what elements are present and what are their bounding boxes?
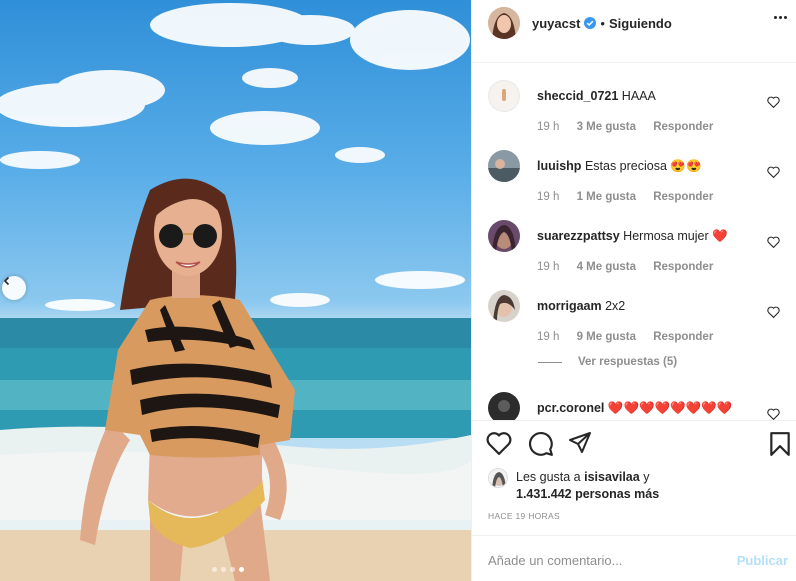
comment-text: 2x2 — [605, 299, 626, 313]
comment-username[interactable]: pcr.coronel — [537, 401, 604, 415]
comment-time[interactable]: 19 h — [537, 121, 559, 133]
comments-list[interactable]: sheccid_0721 HAAA 19 h 3 Me gusta Respon… — [472, 70, 796, 420]
avatar[interactable] — [488, 80, 520, 112]
comment-text: Hermosa mujer ❤️ — [623, 229, 728, 243]
comment-likes[interactable]: 9 Me gusta — [577, 331, 636, 343]
comment-username[interactable]: morrigaam — [537, 299, 602, 313]
comment-username[interactable]: suarezzpattsy — [537, 229, 620, 243]
reply-button[interactable]: Responder — [653, 191, 713, 203]
avatar[interactable] — [488, 392, 520, 420]
avatar[interactable] — [488, 7, 520, 39]
post-side-panel: yuyacst • Siguiendo sheccid_0721 HAAA 19… — [471, 0, 796, 581]
reply-button[interactable]: Responder — [653, 121, 713, 133]
divider — [472, 62, 796, 63]
verified-icon — [584, 17, 597, 29]
heart-icon[interactable] — [486, 431, 512, 455]
comment-likes[interactable]: 4 Me gusta — [577, 261, 636, 273]
avatar[interactable] — [488, 220, 520, 252]
publish-button[interactable]: Publicar — [737, 553, 788, 568]
comment-text: Estas preciosa 😍😍 — [584, 159, 702, 173]
comment-likes[interactable]: 3 Me gusta — [577, 121, 636, 133]
avatar[interactable] — [488, 290, 520, 322]
heart-icon[interactable] — [767, 96, 780, 108]
comment-time[interactable]: 19 h — [537, 261, 559, 273]
comment-username[interactable]: luuishp — [537, 159, 581, 173]
avatar[interactable] — [488, 150, 520, 182]
post-header: yuyacst • Siguiendo — [472, 0, 796, 46]
comment-text: HAAA — [621, 89, 656, 103]
comment-username[interactable]: sheccid_0721 — [537, 89, 618, 103]
more-options-button[interactable] — [774, 16, 787, 19]
heart-icon[interactable] — [767, 236, 780, 248]
author-username[interactable]: yuyacst — [532, 16, 580, 31]
reply-button[interactable]: Responder — [653, 261, 713, 273]
likes-count[interactable]: 1.431.442 personas más — [516, 487, 659, 501]
more-icon — [774, 16, 777, 19]
carousel-dot — [212, 567, 217, 572]
header-separator: • — [600, 15, 605, 31]
comment-likes[interactable]: 1 Me gusta — [577, 191, 636, 203]
previous-image-button[interactable] — [2, 276, 26, 300]
avatar[interactable] — [488, 468, 508, 488]
carousel-dot-active — [239, 567, 244, 572]
divider — [472, 420, 796, 421]
heart-icon[interactable] — [767, 166, 780, 178]
liker-username[interactable]: isisavilaa — [584, 470, 640, 484]
carousel-indicator — [212, 567, 244, 572]
comment-time[interactable]: 19 h — [537, 191, 559, 203]
bookmark-icon[interactable] — [769, 431, 791, 457]
view-replies-button[interactable]: Ver respuestas (5) — [538, 356, 677, 368]
following-button[interactable]: Siguiendo — [609, 16, 672, 31]
heart-icon[interactable] — [767, 408, 780, 420]
carousel-dot — [221, 567, 226, 572]
carousel-dot — [230, 567, 235, 572]
comment-time[interactable]: 19 h — [537, 331, 559, 343]
post-timestamp[interactable]: HACE 19 HORAS — [488, 511, 560, 521]
heart-icon[interactable] — [767, 306, 780, 318]
divider — [472, 535, 796, 536]
reply-button[interactable]: Responder — [653, 331, 713, 343]
post-photo[interactable] — [0, 0, 471, 581]
comment-icon[interactable] — [528, 431, 554, 457]
chevron-left-icon — [3, 276, 10, 286]
share-icon[interactable] — [568, 431, 592, 455]
comment-input[interactable]: Añade un comentario... — [488, 553, 622, 568]
action-bar — [486, 431, 791, 459]
comment-text: ❤️❤️❤️❤️❤️❤️❤️❤️ — [607, 401, 733, 415]
beach-photo-illustration — [0, 3, 471, 581]
